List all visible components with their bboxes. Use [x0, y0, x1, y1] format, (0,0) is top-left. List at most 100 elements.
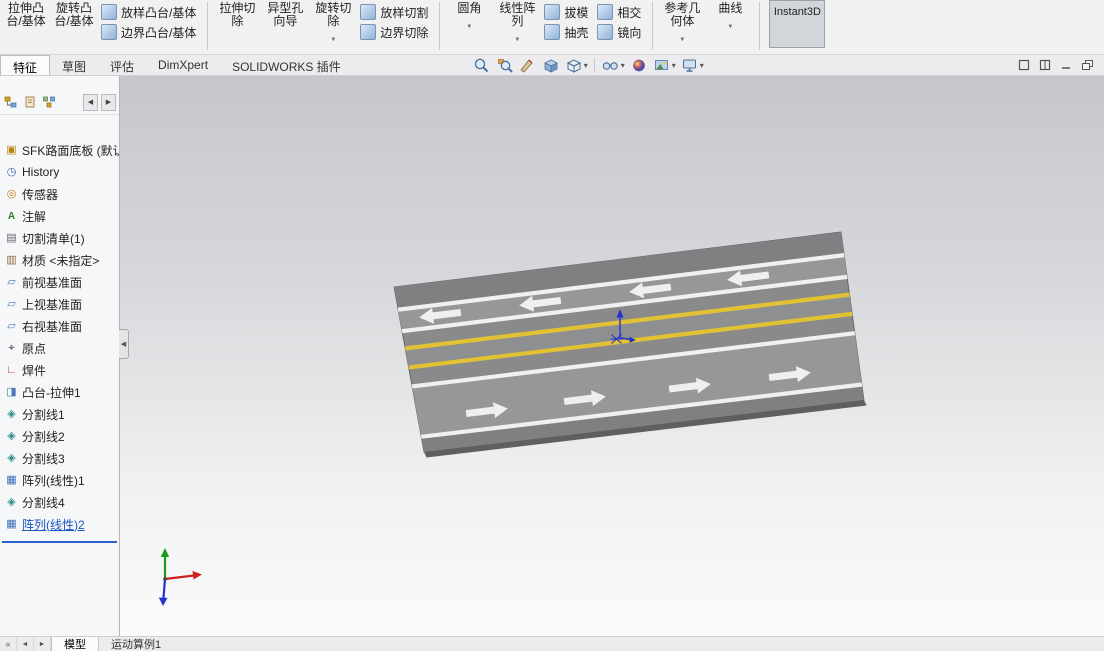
apply-scene-button[interactable] — [651, 57, 678, 74]
extrude-cut-button[interactable]: 拉伸切除 — [213, 0, 261, 54]
tree-item-split-line3[interactable]: 分割线3 — [0, 447, 119, 469]
first-tab-button[interactable] — [0, 637, 17, 651]
bottom-tab-bar: 模型 运动算例1 — [0, 636, 1104, 651]
tab-evaluate[interactable]: 评估 — [98, 55, 146, 75]
tree-item-origin[interactable]: 原点 — [0, 337, 119, 359]
extrude-icon — [4, 387, 19, 398]
tree-item-history[interactable]: History — [0, 161, 119, 183]
hole-wizard-button[interactable]: 异型孔向导 — [261, 0, 309, 54]
rollback-bar[interactable] — [2, 541, 117, 543]
tree-item-right-plane[interactable]: 右视基准面 — [0, 315, 119, 337]
feature-manager-tab-icon[interactable] — [3, 94, 19, 110]
loft-boss-label: 放样凸台/基体 — [121, 5, 197, 20]
mirror-button[interactable]: 镜向 — [594, 22, 647, 42]
split-line-icon — [4, 431, 19, 442]
loft-boss-button[interactable]: 放样凸台/基体 — [98, 2, 202, 22]
tree-item-cut-list[interactable]: 切割清单(1) — [0, 227, 119, 249]
panel-scroll-left-button[interactable] — [83, 93, 98, 111]
reference-geometry-button[interactable]: 参考几何体 — [658, 0, 706, 54]
hide-show-button[interactable] — [599, 57, 627, 74]
window-split-button[interactable] — [1039, 59, 1051, 71]
draft-button[interactable]: 拔模 — [541, 2, 594, 22]
draft-icon — [544, 4, 561, 20]
panel-scroll-right-button[interactable] — [101, 93, 116, 111]
triad-y-axis — [160, 548, 170, 557]
tree-item-top-plane[interactable]: 上视基准面 — [0, 293, 119, 315]
curves-button[interactable]: 曲线 — [706, 0, 754, 54]
tab-solidworks-addins[interactable]: SOLIDWORKS 插件 — [220, 55, 353, 75]
tab-features[interactable]: 特征 — [0, 55, 51, 75]
minimize-icon — [1062, 67, 1070, 69]
tree-item-material[interactable]: 材质 <未指定> — [0, 249, 119, 271]
linear-pattern-button[interactable]: 线性阵列 — [493, 0, 541, 54]
tree-item-weldment[interactable]: 焊件 — [0, 359, 119, 381]
zoom-area-button[interactable] — [494, 57, 516, 74]
view-orientation-button[interactable] — [540, 57, 562, 74]
dropdown-caret-icon[interactable] — [330, 31, 336, 39]
toolbar-separator — [593, 57, 595, 73]
boundary-boss-button[interactable]: 边界凸台/基体 — [98, 22, 202, 42]
boundary-cut-button[interactable]: 边界切除 — [357, 22, 434, 42]
dropdown-caret-icon[interactable] — [466, 18, 472, 26]
configuration-manager-tab-icon[interactable] — [41, 94, 57, 110]
tree-item-boss-extrude1[interactable]: 凸台-拉伸1 — [0, 381, 119, 403]
dropdown-caret-icon[interactable] — [514, 31, 520, 39]
tab-model[interactable]: 模型 — [51, 637, 99, 651]
restore-window-button[interactable] — [1081, 59, 1094, 71]
tree-item-sensors[interactable]: 传感器 — [0, 183, 119, 205]
cut-stack: 放样切割 边界切除 — [357, 0, 434, 42]
origin-icon — [4, 343, 19, 354]
next-tab-button[interactable] — [34, 637, 51, 651]
edit-appearance-icon — [632, 59, 645, 71]
draft-label: 拔模 — [564, 5, 589, 20]
shell-button[interactable]: 抽壳 — [541, 22, 594, 42]
minimize-window-button[interactable] — [1060, 59, 1072, 71]
previous-tab-button[interactable] — [17, 637, 34, 651]
tree-item-split-line2[interactable]: 分割线2 — [0, 425, 119, 447]
plane-icon — [4, 321, 19, 332]
main-area: SFK路面底板 (默认< History 传感器 注解 切割清单(1) — [0, 76, 1104, 636]
zoom-fit-button[interactable] — [471, 57, 493, 74]
edit-appearance-button[interactable] — [628, 57, 650, 74]
restore-icon — [1082, 60, 1093, 70]
revolve-boss-button[interactable]: 旋转凸台/基体 — [50, 0, 98, 54]
extrude-boss-button[interactable]: 拉伸凸台/基体 — [2, 0, 50, 54]
fillet-label: 圆角 — [457, 1, 482, 15]
tree-item-split-line1[interactable]: 分割线1 — [0, 403, 119, 425]
property-manager-tab-icon[interactable] — [22, 94, 38, 110]
loft-cut-button[interactable]: 放样切割 — [357, 2, 434, 22]
tab-motion-study1[interactable]: 运动算例1 — [99, 637, 173, 651]
tree-item-split-line4[interactable]: 分割线4 — [0, 491, 119, 513]
reference-triad — [158, 548, 202, 606]
fillet-button[interactable]: 圆角 — [445, 0, 493, 54]
display-style-icon — [566, 58, 581, 73]
revolve-cut-button[interactable]: 旋转切除 — [309, 0, 357, 54]
tree-item-pattern-linear2[interactable]: 阵列(线性)2 — [0, 513, 119, 535]
tab-dimxpert[interactable]: DimXpert — [146, 55, 220, 75]
tree-item-front-plane[interactable]: 前视基准面 — [0, 271, 119, 293]
view-settings-button[interactable] — [679, 57, 706, 74]
tree-item-pattern-linear1[interactable]: 阵列(线性)1 — [0, 469, 119, 491]
linear-pattern-label: 线性阵列 — [499, 1, 536, 28]
display-style-button[interactable] — [563, 57, 590, 74]
section-view-button[interactable] — [517, 57, 539, 74]
graphics-area[interactable] — [120, 76, 1104, 636]
tree-item-part-root[interactable]: SFK路面底板 (默认< — [0, 139, 119, 161]
tree-item-annotations[interactable]: 注解 — [0, 205, 119, 227]
ribbon-separator — [759, 2, 761, 50]
split-line-icon — [4, 497, 19, 508]
instant3d-toggle-button[interactable]: Instant3D — [769, 0, 826, 48]
zoom-area-icon — [497, 58, 513, 73]
ribbon-separator — [207, 2, 209, 50]
model-canvas[interactable] — [120, 76, 1104, 636]
dropdown-caret-icon[interactable] — [679, 31, 685, 39]
window-pane-button[interactable] — [1018, 59, 1030, 71]
dropdown-caret-icon[interactable] — [727, 18, 733, 26]
plane-icon — [4, 277, 19, 288]
annotations-icon — [4, 211, 19, 222]
intersect-icon — [597, 4, 614, 20]
tab-sketch[interactable]: 草图 — [50, 55, 98, 75]
intersect-button[interactable]: 相交 — [594, 2, 647, 22]
road-model[interactable] — [393, 231, 867, 458]
panel-collapse-handle[interactable] — [119, 329, 129, 359]
